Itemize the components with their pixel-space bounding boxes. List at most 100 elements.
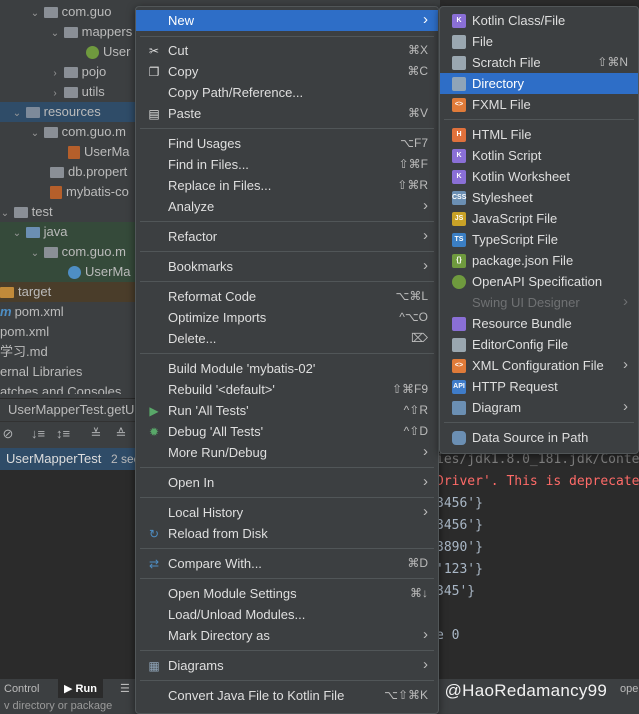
package-icon bbox=[63, 27, 78, 39]
run-tab[interactable]: ▶ Run bbox=[58, 679, 103, 699]
separator bbox=[140, 221, 434, 222]
separator bbox=[140, 497, 434, 498]
menu-item-more-run-debug[interactable]: More Run/Debug › bbox=[136, 442, 438, 463]
chevron-right-icon: › bbox=[423, 11, 428, 28]
menu-item-compare-with[interactable]: ⇄ Compare With... ⌘D bbox=[136, 553, 438, 574]
menu-item-open-module-settings[interactable]: Open Module Settings ⌘↓ bbox=[136, 583, 438, 604]
submenu-item-http-request[interactable]: API HTTP Request bbox=[440, 376, 638, 397]
menu-item-refactor[interactable]: Refactor › bbox=[136, 226, 438, 247]
menu-item-new[interactable]: New › bbox=[136, 10, 438, 31]
menu-item-mark-directory-as[interactable]: Mark Directory as › bbox=[136, 625, 438, 646]
menu-item-find-usages[interactable]: Find Usages ⌥F7 bbox=[136, 133, 438, 154]
sort-alpha-icon[interactable]: ↓≡ bbox=[30, 426, 46, 442]
console-line: 3890'} bbox=[436, 540, 483, 555]
menu-item-rebuild[interactable]: Rebuild '<default>' ⇧⌘F9 bbox=[136, 379, 438, 400]
package-icon bbox=[63, 67, 78, 79]
menu-item-diagrams[interactable]: ▦ Diagrams › bbox=[136, 655, 438, 676]
new-submenu: K Kotlin Class/File File Scratch File ⇧⌘N … bbox=[439, 6, 639, 454]
chevron-down-icon[interactable]: ⌄ bbox=[0, 204, 10, 224]
menu-item-paste[interactable]: ▤ Paste ⌘V bbox=[136, 103, 438, 124]
compare-icon: ⇄ bbox=[148, 557, 160, 571]
chevron-right-icon: › bbox=[423, 503, 428, 520]
right-tab[interactable]: ope bbox=[620, 679, 638, 699]
menu-item-open-in[interactable]: Open In › bbox=[136, 472, 438, 493]
class-icon bbox=[68, 266, 81, 280]
chevron-right-icon[interactable]: › bbox=[50, 64, 60, 84]
sort-duration-icon[interactable]: ↕≡ bbox=[55, 426, 71, 442]
editorconfig-icon bbox=[452, 338, 466, 352]
menu-item-load-unload-modules[interactable]: Load/Unload Modules... bbox=[136, 604, 438, 625]
separator bbox=[140, 548, 434, 549]
menu-item-reformat-code[interactable]: Reformat Code ⌥⌘L bbox=[136, 286, 438, 307]
submenu-item-editorconfig[interactable]: EditorConfig File bbox=[440, 334, 638, 355]
menu-icon[interactable]: ☰ bbox=[120, 679, 130, 699]
maven-icon: m bbox=[0, 304, 12, 319]
submenu-item-kotlin-class[interactable]: K Kotlin Class/File bbox=[440, 10, 638, 31]
submenu-item-scratch-file[interactable]: Scratch File ⇧⌘N bbox=[440, 52, 638, 73]
json-icon: {} bbox=[452, 254, 466, 268]
menu-item-find-in-files[interactable]: Find in Files... ⇧⌘F bbox=[136, 154, 438, 175]
separator bbox=[444, 119, 634, 120]
copy-icon: ❐ bbox=[148, 65, 160, 79]
package-icon bbox=[43, 7, 58, 19]
menu-item-local-history[interactable]: Local History › bbox=[136, 502, 438, 523]
menu-item-analyze[interactable]: Analyze › bbox=[136, 196, 438, 217]
submenu-item-file[interactable]: File bbox=[440, 31, 638, 52]
data-source-icon bbox=[452, 431, 466, 445]
submenu-item-fxml-file[interactable]: <> FXML File bbox=[440, 94, 638, 115]
control-tab[interactable]: Control bbox=[4, 679, 39, 699]
excluded-folder-icon bbox=[0, 287, 14, 299]
submenu-item-data-source-in-path[interactable]: Data Source in Path bbox=[440, 427, 638, 448]
separator bbox=[140, 578, 434, 579]
submenu-item-xml-configuration[interactable]: <> XML Configuration File › bbox=[440, 355, 638, 376]
kotlin-script-icon: K bbox=[452, 149, 466, 163]
submenu-item-openapi[interactable]: OpenAPI Specification bbox=[440, 271, 638, 292]
chevron-right-icon: › bbox=[623, 293, 628, 310]
submenu-item-diagram[interactable]: Diagram › bbox=[440, 397, 638, 418]
menu-item-cut[interactable]: ✂ Cut ⌘X bbox=[136, 40, 438, 61]
menu-item-convert-to-kotlin[interactable]: Convert Java File to Kotlin File ⌥⇧⌘K bbox=[136, 685, 438, 706]
submenu-item-swing-ui-designer[interactable]: Swing UI Designer › bbox=[440, 292, 638, 313]
menu-item-build-module[interactable]: Build Module 'mybatis-02' bbox=[136, 358, 438, 379]
reload-icon: ↻ bbox=[148, 527, 160, 541]
separator bbox=[140, 650, 434, 651]
submenu-item-package-json[interactable]: {} package.json File bbox=[440, 250, 638, 271]
separator bbox=[140, 128, 434, 129]
chevron-down-icon[interactable]: ⌄ bbox=[12, 224, 22, 244]
submenu-item-directory[interactable]: Directory bbox=[440, 73, 638, 94]
kotlin-worksheet-icon: K bbox=[452, 170, 466, 184]
menu-item-copy[interactable]: ❐ Copy ⌘C bbox=[136, 61, 438, 82]
submenu-item-kotlin-script[interactable]: K Kotlin Script bbox=[440, 145, 638, 166]
menu-item-reload-from-disk[interactable]: ↻ Reload from Disk bbox=[136, 523, 438, 544]
chevron-right-icon[interactable]: › bbox=[50, 84, 60, 104]
resource-bundle-icon bbox=[452, 317, 466, 331]
chevron-right-icon: › bbox=[423, 473, 428, 490]
chevron-down-icon[interactable]: ⌄ bbox=[12, 104, 22, 124]
collapse-all-icon[interactable]: ≙ bbox=[113, 426, 129, 442]
expand-all-icon[interactable]: ≚ bbox=[88, 426, 104, 442]
stop-icon[interactable]: ⊘ bbox=[0, 426, 16, 442]
run-tab-label[interactable]: UserMapperTest.getU bbox=[8, 402, 134, 417]
submenu-item-resource-bundle[interactable]: Resource Bundle bbox=[440, 313, 638, 334]
menu-item-bookmarks[interactable]: Bookmarks › bbox=[136, 256, 438, 277]
submenu-item-javascript-file[interactable]: JS JavaScript File bbox=[440, 208, 638, 229]
chevron-down-icon[interactable]: ⌄ bbox=[30, 244, 40, 264]
submenu-item-typescript-file[interactable]: TS TypeScript File bbox=[440, 229, 638, 250]
menu-item-run-all-tests[interactable]: ▶ Run 'All Tests' ^⇧R bbox=[136, 400, 438, 421]
menu-item-optimize-imports[interactable]: Optimize Imports ^⌥O bbox=[136, 307, 438, 328]
scissors-icon: ✂ bbox=[148, 44, 160, 58]
submenu-item-html-file[interactable]: H HTML File bbox=[440, 124, 638, 145]
chevron-right-icon: › bbox=[423, 626, 428, 643]
run-icon: ▶ bbox=[64, 683, 73, 695]
menu-item-debug-all-tests[interactable]: ✹ Debug 'All Tests' ^⇧D bbox=[136, 421, 438, 442]
chevron-down-icon[interactable]: ⌄ bbox=[30, 124, 40, 144]
menu-item-delete[interactable]: Delete... ⌦ bbox=[136, 328, 438, 349]
separator bbox=[140, 680, 434, 681]
menu-item-replace-in-files[interactable]: Replace in Files... ⇧⌘R bbox=[136, 175, 438, 196]
chevron-down-icon[interactable]: ⌄ bbox=[50, 24, 60, 44]
chevron-down-icon[interactable]: ⌄ bbox=[30, 4, 40, 24]
submenu-item-kotlin-worksheet[interactable]: K Kotlin Worksheet bbox=[440, 166, 638, 187]
menu-item-copy-path[interactable]: Copy Path/Reference... bbox=[136, 82, 438, 103]
submenu-item-stylesheet[interactable]: CSS Stylesheet bbox=[440, 187, 638, 208]
package-icon bbox=[63, 87, 78, 99]
